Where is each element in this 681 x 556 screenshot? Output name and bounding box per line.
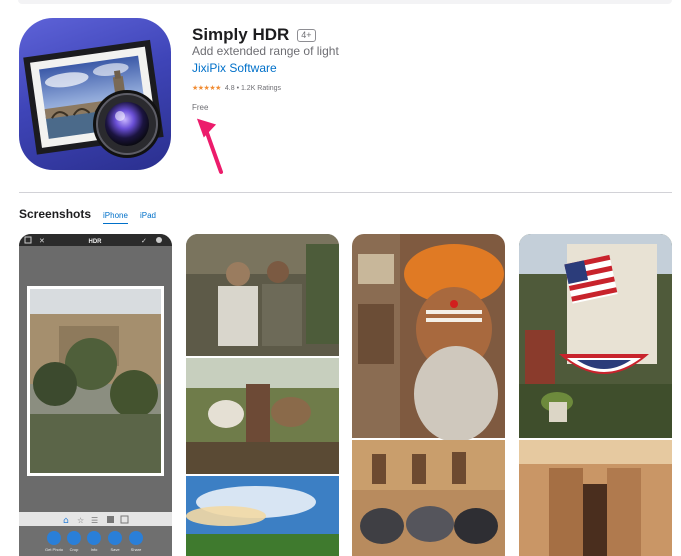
star-rating-icon: ★★★★★	[192, 85, 221, 92]
svg-text:☰: ☰	[91, 516, 98, 525]
app-title: Simply HDR	[192, 25, 290, 44]
app-subtitle: Add extended range of light	[192, 44, 339, 58]
price-label: Free	[192, 103, 209, 112]
screenshot-collage-sadhu-scooters[interactable]	[352, 234, 505, 556]
svg-text:☆: ☆	[77, 516, 84, 525]
svg-text:⌂: ⌂	[63, 516, 69, 526]
rating-row: ★★★★★ 4.8 • 1.2K Ratings	[192, 84, 282, 93]
section-divider	[19, 192, 672, 193]
tab-ipad[interactable]: iPad	[140, 211, 156, 223]
svg-text:Get Photo: Get Photo	[45, 547, 64, 552]
screenshot-app-ui[interactable]: ✕ HDR ✓ ⌂ ☆ ☰ Get Photo Crop Info Save S	[19, 234, 172, 556]
screenshot-collage-flag-house[interactable]	[519, 234, 672, 556]
developer-link[interactable]: JixiPix Software	[192, 61, 277, 75]
title-row: Simply HDR 4+	[192, 25, 316, 45]
age-rating-badge: 4+	[297, 28, 316, 42]
screenshots-title: Screenshots	[19, 207, 92, 221]
svg-text:Info: Info	[91, 547, 98, 552]
tab-iphone[interactable]: iPhone	[103, 211, 128, 224]
svg-text:✓: ✓	[141, 238, 147, 245]
annotation-arrow-icon	[196, 114, 230, 181]
rating-text: 4.8 • 1.2K Ratings	[224, 84, 282, 92]
svg-text:✕: ✕	[39, 238, 45, 245]
screenshots-header: Screenshots iPhone iPad	[19, 207, 156, 224]
top-bar	[18, 0, 672, 4]
screenshot-collage-people-oxen[interactable]	[186, 234, 339, 556]
phone-header-label: HDR	[89, 239, 103, 245]
svg-text:Crop: Crop	[70, 547, 79, 552]
svg-text:Share: Share	[131, 547, 142, 552]
app-icon	[19, 18, 171, 170]
svg-text:Save: Save	[110, 547, 120, 552]
